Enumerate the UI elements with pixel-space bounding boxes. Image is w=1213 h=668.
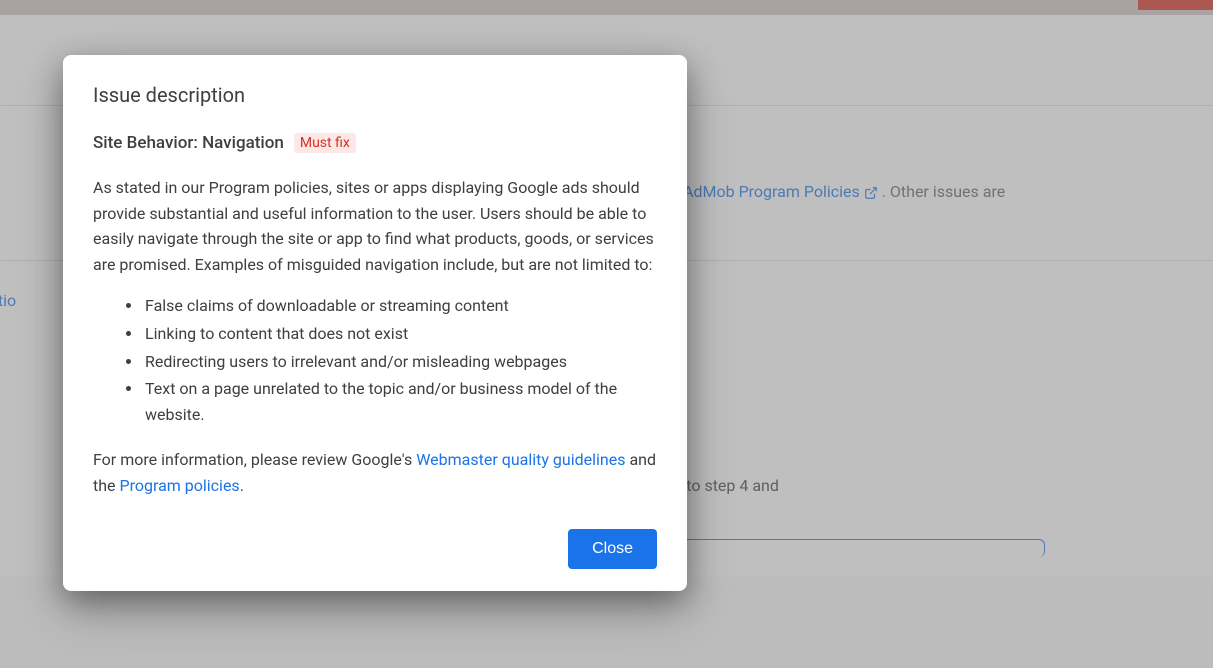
must-fix-badge: Must fix bbox=[294, 133, 356, 153]
issue-header-row: Site Behavior: Navigation Must fix bbox=[93, 133, 657, 153]
close-button[interactable]: Close bbox=[568, 529, 657, 569]
more-info-paragraph: For more information, please review Goog… bbox=[93, 447, 657, 498]
webmaster-guidelines-link[interactable]: Webmaster quality guidelines bbox=[416, 450, 625, 469]
text-fragment: For more information, please review Goog… bbox=[93, 450, 416, 469]
dialog-body: As stated in our Program policies, sites… bbox=[93, 175, 657, 499]
dialog-actions: Close bbox=[93, 529, 657, 569]
issue-description-dialog: Issue description Site Behavior: Navigat… bbox=[63, 55, 687, 591]
text-fragment: . bbox=[240, 476, 244, 495]
policy-description: As stated in our Program policies, sites… bbox=[93, 175, 657, 277]
list-item: Redirecting users to irrelevant and/or m… bbox=[143, 349, 657, 375]
list-item: Linking to content that does not exist bbox=[143, 321, 657, 347]
list-item: Text on a page unrelated to the topic an… bbox=[143, 376, 657, 427]
list-item: False claims of downloadable or streamin… bbox=[143, 293, 657, 319]
examples-list: False claims of downloadable or streamin… bbox=[143, 293, 657, 427]
program-policies-link[interactable]: Program policies bbox=[120, 476, 240, 495]
dialog-title: Issue description bbox=[93, 83, 657, 107]
issue-name: Site Behavior: Navigation bbox=[93, 133, 284, 153]
